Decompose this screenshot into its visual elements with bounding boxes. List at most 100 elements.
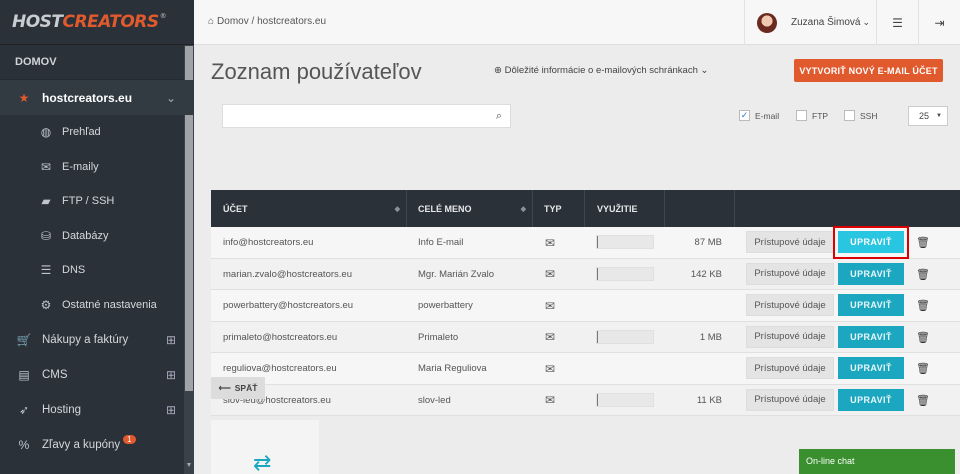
column-name[interactable]: CELÉ MENO ◆ xyxy=(407,190,533,227)
column-account[interactable]: ÚČET ◆ xyxy=(211,190,407,227)
full-name: Info E-mail xyxy=(418,237,464,248)
server-icon: ☰ xyxy=(40,263,52,278)
per-page-value: 25 xyxy=(919,111,930,121)
trash-icon[interactable]: 🗑 xyxy=(916,331,930,344)
info-link-label: Dôležité informácie o e-mailových schrán… xyxy=(504,65,698,76)
scroll-down-icon[interactable]: ▼ xyxy=(185,462,193,474)
globe-icon: ◍ xyxy=(40,125,52,140)
page-title: Zoznam používateľov xyxy=(211,59,422,84)
edit-button[interactable]: UPRAVIŤ xyxy=(838,357,904,379)
checkbox-ftp[interactable] xyxy=(796,110,807,121)
sidebar-item-label: Nákupy a faktúry xyxy=(42,333,129,346)
sidebar-subitem-2[interactable]: ▰ FTP / SSH xyxy=(0,184,194,219)
sidebar-item-2[interactable]: ➶ Hosting ⊞ xyxy=(0,392,194,427)
transfer-card[interactable]: ⇄ xyxy=(211,420,319,474)
full-name: Primaleto xyxy=(418,331,459,343)
user-menu[interactable]: Zuzana Šimová ⌄ xyxy=(743,0,870,45)
sidebar-subitem-label: E-maily xyxy=(62,160,99,173)
chevron-down-icon: ⌄ xyxy=(165,90,176,105)
account-email: primaleto@hostcreators.eu xyxy=(223,331,338,343)
envelope-icon: ✉ xyxy=(545,330,556,344)
search-input[interactable]: ⌕ xyxy=(222,104,511,128)
column-usage-value xyxy=(665,190,735,227)
usage-bar-fill xyxy=(597,236,599,248)
sidebar-subitem-5[interactable]: ⚙ Ostatné nastavenia xyxy=(0,288,194,323)
per-page-select[interactable]: 25 ▼ xyxy=(908,106,948,126)
sidebar-subitem-1[interactable]: ✉ E-maily xyxy=(0,150,194,185)
database-icon: ⛁ xyxy=(40,228,52,243)
full-name: slov-led xyxy=(418,394,451,406)
online-chat-button[interactable]: On-line chat xyxy=(799,449,955,474)
main-content: Zoznam používateľov ⊕ Dôležité informáci… xyxy=(194,45,960,474)
sidebar-item-label: hostcreators.eu xyxy=(42,90,133,105)
info-dropdown-link[interactable]: ⊕ Dôležité informácie o e-mailových schr… xyxy=(494,65,708,76)
edit-button[interactable]: UPRAVIŤ xyxy=(838,388,904,411)
sidebar-item-1[interactable]: ▤ CMS ⊞ xyxy=(0,357,194,392)
table-row: primaleto@hostcreators.eu Primaleto ✉ 1 MB P… xyxy=(211,321,960,353)
users-table-body: info@hostcreators.eu Info E-mail ✉ 87 MB Prí… xyxy=(211,226,960,416)
transfer-icon: ⇄ xyxy=(253,450,272,474)
chevron-down-icon: ⌄ xyxy=(862,17,870,27)
usage-bar-fill xyxy=(597,330,598,343)
trash-icon[interactable]: 🗑 xyxy=(916,268,930,281)
logo-registered-mark: ® xyxy=(159,12,167,20)
usage-value: 11 KB xyxy=(696,394,722,406)
menu-button[interactable]: ☰ xyxy=(876,0,918,45)
sidebar-subitem-4[interactable]: ☰ DNS xyxy=(0,253,194,288)
logout-button[interactable]: ⇥ xyxy=(918,0,960,45)
search-icon[interactable]: ⌕ xyxy=(496,110,502,123)
checkbox-email[interactable]: ✓ xyxy=(739,110,750,121)
checkbox-ssh[interactable] xyxy=(844,110,855,121)
usage-bar-fill xyxy=(597,393,598,406)
account-email: powerbattery@hostcreators.eu xyxy=(223,300,354,311)
table-row: slov-led@hostcreators.eu slov-led ✉ 11 KB Pr… xyxy=(211,384,960,416)
sidebar-item-label: CMS xyxy=(42,368,68,381)
trash-icon[interactable]: 🗑 xyxy=(916,394,930,407)
access-details-button[interactable]: Prístupové údaje xyxy=(746,357,834,379)
filter-email[interactable]: ✓ E-mail xyxy=(739,110,779,121)
access-details-button[interactable]: Prístupové údaje xyxy=(746,294,834,316)
sidebar-item-label: Zľavy a kupóny xyxy=(42,438,121,451)
edit-button[interactable]: UPRAVIŤ xyxy=(838,262,904,285)
avatar xyxy=(756,12,777,33)
edit-button[interactable]: UPRAVIŤ xyxy=(838,294,904,316)
logo[interactable]: HOSTCREATORS® xyxy=(0,0,194,45)
sidebar-subitem-label: Prehľad xyxy=(62,126,101,139)
edit-button[interactable]: UPRAVIŤ xyxy=(838,325,904,348)
access-details-button[interactable]: Prístupové údaje xyxy=(746,231,834,253)
column-type: TYP xyxy=(533,190,585,227)
sidebar-item-3[interactable]: % Zľavy a kupóny 1 xyxy=(0,427,194,462)
access-details-button[interactable]: Prístupové údaje xyxy=(746,388,834,411)
plus-square-icon: ⊞ xyxy=(165,367,176,382)
trash-icon[interactable]: 🗑 xyxy=(916,299,930,312)
arrow-left-icon: ⟵ xyxy=(218,382,231,393)
plus-square-icon: ⊞ xyxy=(165,402,176,417)
file-icon: ▤ xyxy=(18,367,30,382)
access-details-button[interactable]: Prístupové údaje xyxy=(746,325,834,348)
usage-bar-fill xyxy=(597,267,598,280)
sidebar-heading[interactable]: DOMOV xyxy=(0,45,194,80)
table-row: powerbattery@hostcreators.eu powerbattery… xyxy=(211,290,960,322)
usage-value: 142 KB xyxy=(690,268,722,280)
sort-icon: ◆ xyxy=(394,205,400,213)
usage-bar xyxy=(596,235,654,249)
access-details-button[interactable]: Prístupové údaje xyxy=(746,262,834,285)
sidebar: HOSTCREATORS® ▼ DOMOV ★ hostcreators.eu … xyxy=(0,0,194,474)
sidebar-subitem-3[interactable]: ⛁ Databázy xyxy=(0,219,194,254)
filter-ssh[interactable]: SSH xyxy=(844,110,877,121)
usage-bar xyxy=(596,392,654,407)
logout-icon: ⇥ xyxy=(934,15,945,30)
breadcrumb-home[interactable]: Domov xyxy=(217,16,249,27)
back-label: SPÄŤ xyxy=(234,383,258,393)
filter-ftp[interactable]: FTP xyxy=(796,110,828,121)
sidebar-subitem-0[interactable]: ◍ Prehľad xyxy=(0,115,194,150)
back-button[interactable]: ⟵ SPÄŤ xyxy=(211,377,265,399)
trash-icon[interactable]: 🗑 xyxy=(916,362,930,375)
create-email-account-button[interactable]: VYTVORIŤ NOVÝ E-MAIL ÚČET xyxy=(794,59,943,82)
trash-icon[interactable]: 🗑 xyxy=(916,236,930,249)
sidebar-item-domain[interactable]: ★ hostcreators.eu ⌄ xyxy=(0,80,194,115)
home-icon: ⌂ xyxy=(208,16,215,27)
usage-value xyxy=(665,290,722,321)
envelope-icon: ✉ xyxy=(545,298,556,313)
sidebar-item-0[interactable]: 🛒 Nákupy a faktúry ⊞ xyxy=(0,322,194,357)
